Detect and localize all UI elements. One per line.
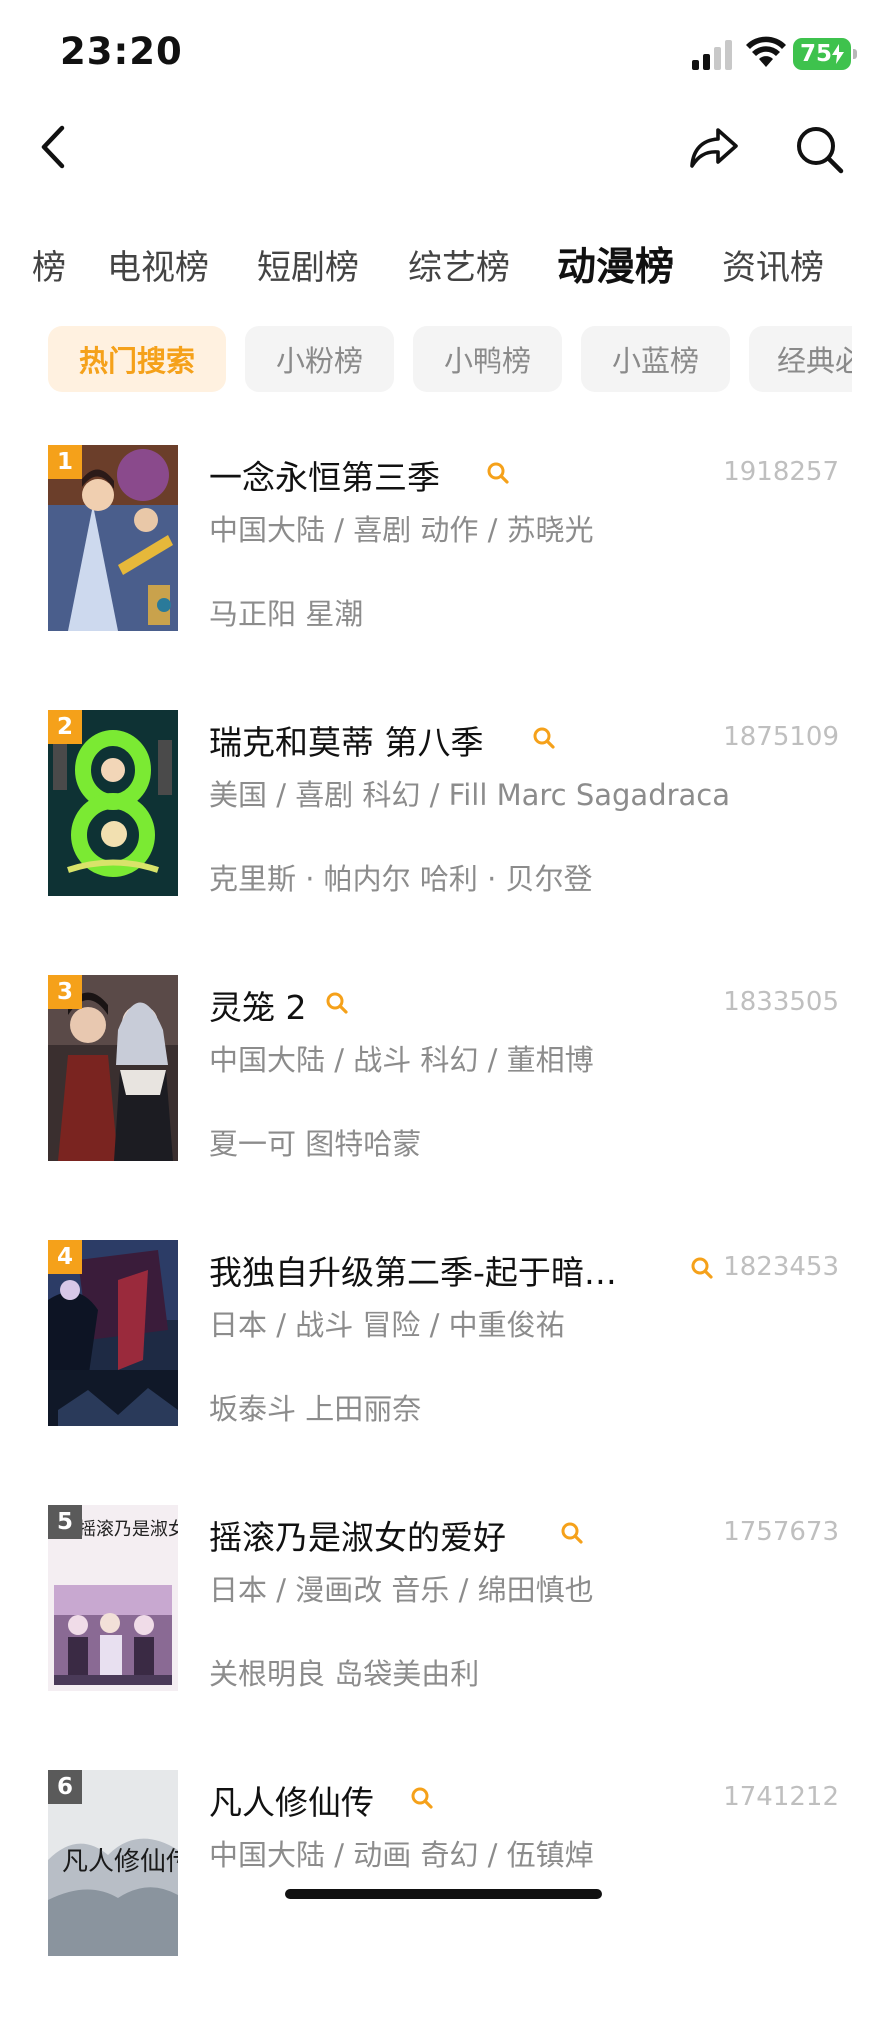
header-bar [0,100,887,200]
category-tabs: 榜 电视榜 短剧榜 综艺榜 动漫榜 资讯榜 [0,240,887,300]
rank-badge: 2 [48,710,82,744]
item-info: 中国大陆 / 动画 奇幻 / 伍镇焯 [209,1838,594,1872]
item-title[interactable]: 摇滚乃是淑女的爱好 [209,1511,506,1559]
share-icon[interactable] [686,122,742,174]
item-info: 中国大陆 / 战斗 科幻 / 董相博 [209,1043,594,1077]
search-count: 1741212 [723,1782,839,1812]
item-cast: 克里斯 · 帕内尔 哈利 · 贝尔登 [209,862,593,896]
tab-partial[interactable]: 榜 [32,240,66,289]
chip-classic[interactable]: 经典必 [749,326,852,392]
item-cast: 坂泰斗 上田丽奈 [209,1392,422,1426]
tab-variety[interactable]: 综艺榜 [408,240,510,289]
list-item[interactable]: 凡人修仙传 6 凡人修仙传 1741212 中国大陆 / 动画 奇幻 / 伍镇焯 [0,1770,887,2035]
battery-level: 75 [799,41,832,67]
item-cast: 马正阳 星潮 [209,597,364,631]
search-hot-icon [411,1787,433,1809]
tab-short-drama[interactable]: 短剧榜 [257,240,359,289]
battery-indicator: 75 [793,38,857,70]
rank-badge: 3 [48,975,82,1009]
item-title[interactable]: 瑞克和莫蒂 第八季 [209,716,484,764]
rank-badge: 1 [48,445,82,479]
item-info: 日本 / 漫画改 音乐 / 绵田慎也 [209,1573,594,1607]
ranking-chips: 热门搜索 小粉榜 小鸭榜 小蓝榜 经典必 [0,326,852,392]
item-title[interactable]: 灵笼 2 [209,981,307,1029]
list-item[interactable]: 2 瑞克和莫蒂 第八季 1875109 美国 / 喜剧 科幻 / Fill Ma… [0,710,887,975]
chip-hot-search[interactable]: 热门搜索 [48,326,226,392]
search-count: 1918257 [723,457,839,487]
search-hot-icon [561,1522,583,1544]
status-time: 23:20 [60,30,183,73]
item-title[interactable]: 一念永恒第三季 [209,451,440,499]
wifi-icon [746,36,786,67]
search-hot-icon [691,1257,713,1279]
search-count: 1875109 [723,722,839,752]
signal-icon [692,40,732,70]
search-icon[interactable] [792,122,846,176]
list-item[interactable]: 4 我独自升级第二季-起于暗… 1823453 日本 / 战斗 冒险 / 中重俊… [0,1240,887,1505]
search-count: 1823453 [723,1252,839,1282]
item-info: 中国大陆 / 喜剧 动作 / 苏晓光 [209,513,594,547]
chip-duck[interactable]: 小鸭榜 [413,326,562,392]
list-item[interactable]: 摇滚乃是淑女的爱好 5 摇滚乃是淑女的爱好 1757673 日本 / 漫画改 音… [0,1505,887,1770]
chip-blue[interactable]: 小蓝榜 [581,326,730,392]
search-hot-icon [487,462,509,484]
rank-badge: 5 [48,1505,82,1539]
item-title[interactable]: 我独自升级第二季-起于暗… [209,1246,617,1294]
search-count: 1757673 [723,1517,839,1547]
search-hot-icon [326,992,348,1014]
poster-title-text: 凡人修仙传 [62,1847,178,1877]
list-item[interactable]: 3 灵笼 2 1833505 中国大陆 / 战斗 科幻 / 董相博 夏一可 图特… [0,975,887,1240]
home-indicator [285,1889,602,1899]
item-info: 美国 / 喜剧 科幻 / Fill Marc Sagadraca [209,778,731,812]
chip-pink[interactable]: 小粉榜 [245,326,394,392]
status-bar: 23:20 75 [0,0,887,100]
tab-anime[interactable]: 动漫榜 [557,240,674,292]
list-item[interactable]: 1 一念永恒第三季 1918257 中国大陆 / 喜剧 动作 / 苏晓光 马正阳… [0,445,887,710]
item-info: 日本 / 战斗 冒险 / 中重俊祐 [209,1308,565,1342]
rank-badge: 6 [48,1770,82,1804]
charging-icon [832,44,844,64]
item-cast: 关根明良 岛袋美由利 [209,1657,480,1691]
tab-news[interactable]: 资讯榜 [722,240,824,289]
back-arrow-icon[interactable] [34,122,74,172]
tab-tv[interactable]: 电视榜 [107,240,209,289]
search-count: 1833505 [723,987,839,1017]
item-title[interactable]: 凡人修仙传 [209,1776,374,1824]
poster-title-text: 摇滚乃是淑女的爱好 [78,1519,178,1540]
rank-badge: 4 [48,1240,82,1274]
item-cast: 夏一可 图特哈蒙 [209,1127,422,1161]
search-hot-icon [533,727,555,749]
